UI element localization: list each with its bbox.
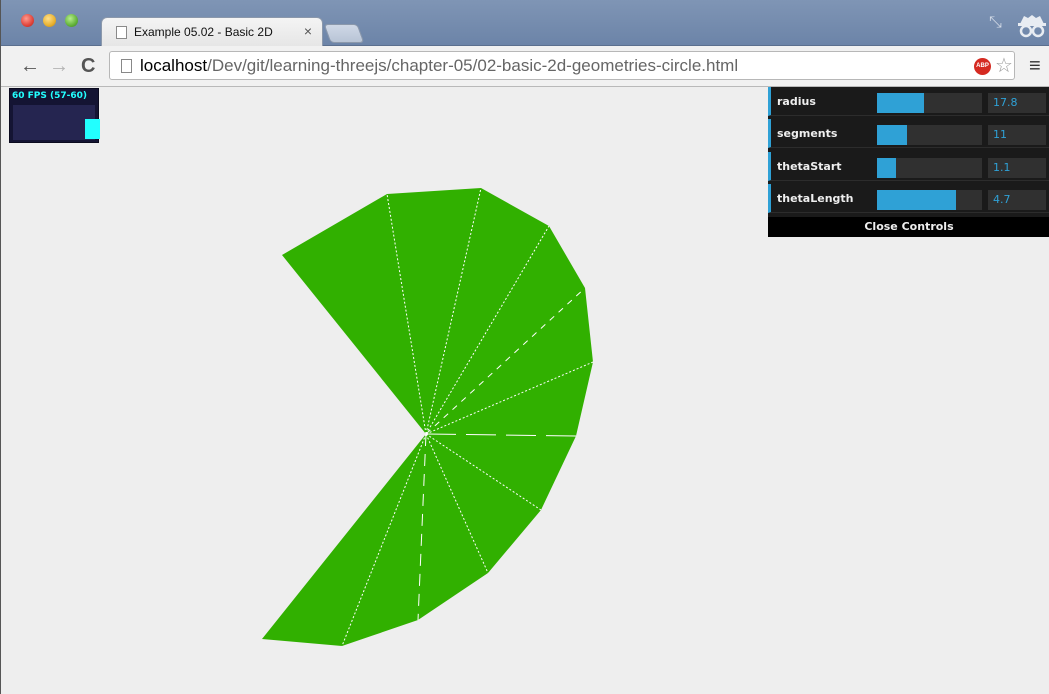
radius-slider[interactable]: [877, 93, 982, 113]
fps-stats-panel[interactable]: 60 FPS (57-60): [9, 88, 100, 143]
dat-gui-panel: radius 17.8 segments 11 thetaStart 1.1 t…: [768, 87, 1049, 237]
close-controls-button[interactable]: Close Controls: [768, 217, 1049, 237]
tab-strip: Example 05.02 - Basic 2D × ⤡: [1, 0, 1049, 46]
segments-slider[interactable]: [877, 125, 982, 145]
minimize-window-button[interactable]: [43, 14, 56, 27]
bookmark-star-icon[interactable]: ☆: [995, 53, 1013, 78]
control-row-thetastart: thetaStart 1.1: [768, 152, 1049, 181]
thetastart-slider[interactable]: [877, 158, 982, 178]
control-row-segments: segments 11: [768, 119, 1049, 148]
reload-button[interactable]: C: [81, 55, 95, 78]
control-label: segments: [777, 127, 838, 140]
page-icon: [116, 26, 127, 39]
menu-icon[interactable]: ≡: [1029, 55, 1041, 78]
zoom-window-button[interactable]: [65, 14, 78, 27]
control-row-radius: radius 17.8: [768, 87, 1049, 116]
control-row-thetalength: thetaLength 4.7: [768, 184, 1049, 213]
thetalength-value-input[interactable]: 4.7: [988, 190, 1046, 210]
segments-value-input[interactable]: 11: [988, 125, 1046, 145]
browser-window: Example 05.02 - Basic 2D × ⤡ ← → C local…: [0, 0, 1049, 694]
adblock-icon[interactable]: ABP: [974, 58, 991, 75]
radius-value-input[interactable]: 17.8: [988, 93, 1046, 113]
slider-fill: [877, 125, 908, 145]
fps-text: 60 FPS (57-60): [12, 91, 88, 101]
slider-fill: [877, 190, 956, 210]
close-window-button[interactable]: [21, 14, 34, 27]
page-icon: [121, 59, 132, 73]
thetastart-value-input[interactable]: 1.1: [988, 158, 1046, 178]
url-text[interactable]: localhost/Dev/git/learning-threejs/chapt…: [140, 56, 738, 76]
control-label: radius: [777, 95, 816, 108]
slider-fill: [877, 93, 925, 113]
tab-example[interactable]: Example 05.02 - Basic 2D ×: [101, 17, 323, 46]
tab-close-icon[interactable]: ×: [304, 23, 312, 39]
url-host: localhost: [140, 56, 208, 75]
forward-button[interactable]: →: [49, 55, 69, 78]
back-button[interactable]: ←: [20, 55, 40, 78]
tab-title: Example 05.02 - Basic 2D: [134, 25, 273, 39]
thetalength-slider[interactable]: [877, 190, 982, 210]
incognito-icon: [1018, 15, 1046, 38]
address-bar[interactable]: localhost/Dev/git/learning-threejs/chapt…: [109, 51, 1015, 80]
browser-toolbar: ← → C localhost/Dev/git/learning-threejs…: [1, 46, 1049, 87]
control-label: thetaLength: [777, 192, 854, 205]
new-tab-button[interactable]: [323, 24, 365, 43]
control-label: thetaStart: [777, 160, 842, 173]
slider-fill: [877, 158, 896, 178]
fps-graph: [13, 105, 100, 140]
circle-geometry-mesh: [262, 188, 593, 646]
url-path: /Dev/git/learning-threejs/chapter-05/02-…: [207, 56, 739, 75]
fps-graph-bar: [85, 119, 100, 139]
fullscreen-icon[interactable]: ⤡: [989, 14, 1002, 32]
